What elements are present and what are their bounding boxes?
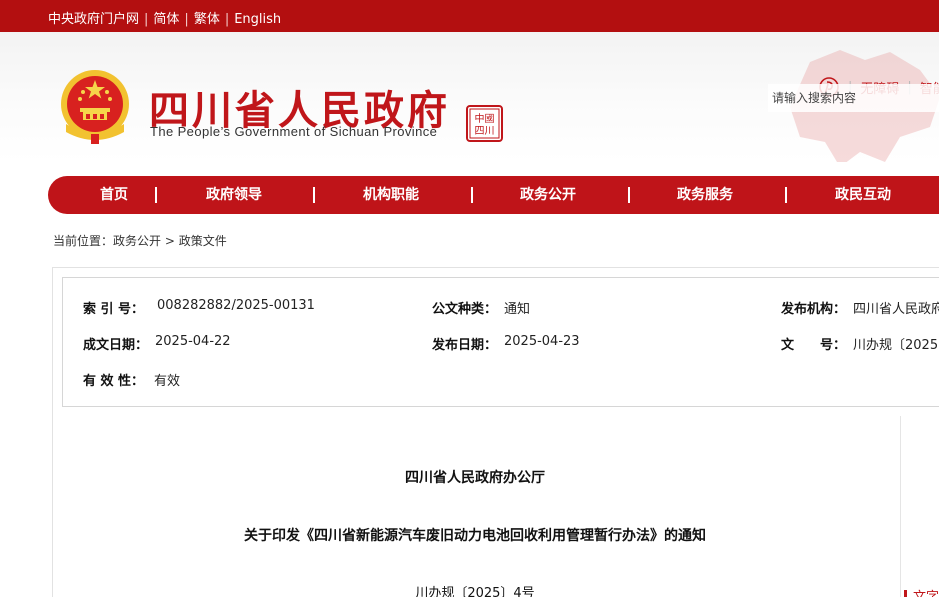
- top-bar: 中央政府门户网 | 简体 | 繁体 | English: [0, 0, 939, 32]
- meta-index-label: 索 引 号：: [83, 302, 145, 317]
- topbar-separator: |: [224, 12, 230, 27]
- breadcrumb-separator: >: [164, 234, 175, 248]
- breadcrumb: 当前位置：政务公开 > 政策文件: [53, 232, 227, 249]
- topbar-separator: |: [184, 12, 189, 27]
- topbar-links: 中央政府门户网 | 简体 | 繁体 | English: [48, 8, 281, 27]
- side-divider: [900, 416, 901, 597]
- document-title: 关于印发《四川省新能源汽车废旧动力电池回收利用管理暂行办法》的通知: [244, 528, 706, 544]
- document-number: 川办规〔2025〕4号: [415, 586, 535, 597]
- meta-docno-label: 文 号：: [781, 338, 847, 353]
- search-input[interactable]: [768, 84, 939, 112]
- meta-category-value: 通知: [504, 302, 531, 317]
- nav-separator: [785, 187, 787, 203]
- nav-item-open-gov[interactable]: 政务公开: [520, 176, 576, 214]
- nav-item-leaders[interactable]: 政府领导: [206, 176, 262, 214]
- document-issuer: 四川省人民政府办公厅: [405, 470, 545, 486]
- nav-separator: [155, 187, 157, 203]
- nav-separator: [471, 187, 473, 203]
- link-central-gov[interactable]: 中央政府门户网: [48, 12, 139, 27]
- nav-separator: [628, 187, 630, 203]
- nav-separator: [313, 187, 315, 203]
- meta-published-value: 2025-04-23: [504, 334, 580, 349]
- document-meta-table: 索 引 号： 008282882/2025-00131 公文种类： 通知 发布机…: [62, 277, 939, 407]
- meta-published-label: 发布日期：: [432, 338, 498, 353]
- link-traditional[interactable]: 繁体: [194, 12, 220, 27]
- meta-index-value: 008282882/2025-00131: [157, 298, 315, 313]
- meta-docno-value: 川办规〔2025: [853, 338, 939, 353]
- meta-issuer-label: 发布机构：: [781, 302, 847, 317]
- topbar-separator: |: [144, 12, 149, 27]
- national-emblem-icon[interactable]: [58, 68, 132, 146]
- nav-item-functions[interactable]: 机构职能: [363, 176, 419, 214]
- meta-created-label: 成文日期：: [83, 338, 149, 353]
- seal-icon: 中國 四川: [466, 105, 503, 142]
- meta-validity-label: 有 效 性：: [83, 374, 145, 389]
- nav-item-interaction[interactable]: 政民互动: [835, 176, 891, 214]
- breadcrumb-policy-docs[interactable]: 政策文件: [179, 234, 227, 248]
- meta-issuer-value: 四川省人民政府: [853, 302, 939, 317]
- svg-text:中國: 中國: [475, 112, 495, 125]
- meta-validity-value: 有效: [154, 374, 181, 389]
- nav-item-services[interactable]: 政务服务: [677, 176, 733, 214]
- breadcrumb-prefix: 当前位置：: [53, 234, 114, 248]
- link-english[interactable]: English: [234, 12, 281, 27]
- link-simplified[interactable]: 简体: [153, 12, 179, 27]
- main-nav: 首页 政府领导 机构职能 政务公开 政务服务 政民互动: [48, 176, 939, 214]
- site-title-en: The People’s Government of Sichuan Provi…: [150, 124, 438, 139]
- meta-created-value: 2025-04-22: [155, 334, 231, 349]
- nav-item-home[interactable]: 首页: [100, 176, 128, 214]
- breadcrumb-open-gov[interactable]: 政务公开: [113, 234, 161, 248]
- svg-text:四川: 四川: [475, 126, 495, 137]
- meta-category-label: 公文种类：: [432, 302, 498, 317]
